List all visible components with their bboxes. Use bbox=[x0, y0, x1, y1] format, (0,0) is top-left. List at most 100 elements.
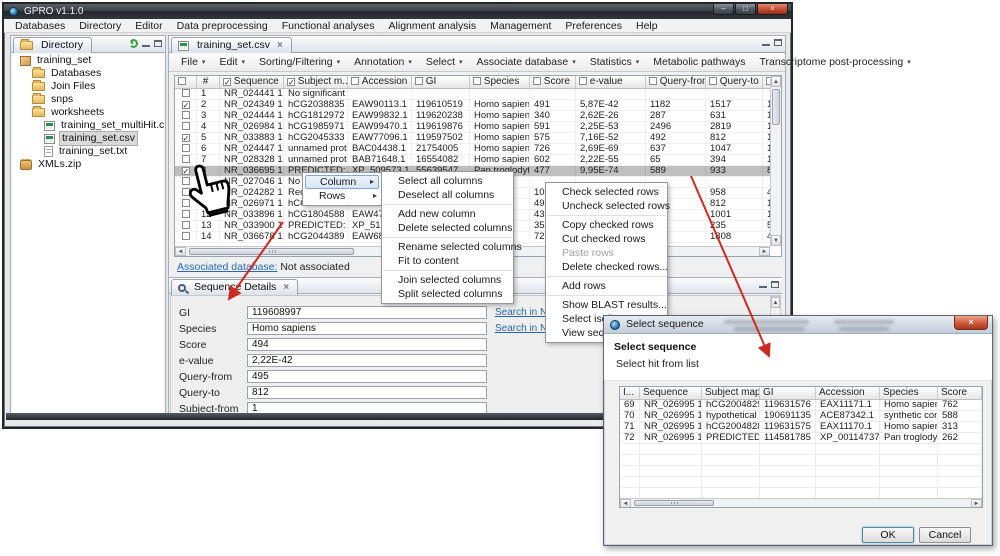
menu-item-show-blast-results[interactable]: Show BLAST results... bbox=[546, 298, 667, 312]
menu-item-delete-selected-columns[interactable]: Delete selected columns bbox=[382, 221, 513, 235]
toolbar-button-statistics[interactable]: Statistics▾ bbox=[586, 53, 644, 72]
dialog-column-header-score[interactable]: Score bbox=[938, 387, 982, 400]
checkbox-unchecked[interactable] bbox=[182, 122, 190, 130]
table-row[interactable]: 4NR_026984 1hCG1985971EAW99470.111961987… bbox=[175, 122, 781, 133]
checkbox-checked[interactable]: ✓ bbox=[182, 167, 190, 175]
dialog-table-row[interactable]: 69NR_026995 1hCG2004829119631576EAX11171… bbox=[620, 400, 982, 411]
vertical-scrollbar[interactable]: ▲ ▼ bbox=[770, 76, 781, 246]
checkbox-unchecked[interactable] bbox=[182, 111, 190, 119]
details-scroll-up-icon[interactable]: ▲ bbox=[771, 297, 780, 308]
column-header-query-from[interactable]: Query-from bbox=[646, 76, 706, 89]
menu-item-fit-to-content[interactable]: Fit to content bbox=[382, 254, 513, 268]
checkbox-unchecked[interactable] bbox=[182, 232, 190, 240]
tree-item-snps[interactable]: snps bbox=[12, 93, 164, 106]
menu-item-add-rows[interactable]: Add rows bbox=[546, 279, 667, 293]
column-header-e-value[interactable]: e-value bbox=[576, 76, 646, 89]
tree-item-training-set-csv[interactable]: training_set.csv bbox=[12, 132, 164, 145]
checkbox-unchecked[interactable] bbox=[182, 144, 190, 152]
menu-item-rows[interactable]: Rows▸ bbox=[303, 189, 381, 203]
menubar-item-functional-analyses[interactable]: Functional analyses bbox=[275, 19, 382, 33]
checkbox-unchecked[interactable] bbox=[533, 77, 541, 85]
menu-item-delete-checked-rows[interactable]: Delete checked rows... bbox=[546, 260, 667, 274]
column-header-sequence[interactable]: ✓ Sequence bbox=[220, 76, 284, 89]
menubar-item-help[interactable]: Help bbox=[629, 19, 665, 33]
scroll-up-icon[interactable]: ▲ bbox=[771, 76, 781, 87]
associated-database-link[interactable]: Associated database: bbox=[177, 261, 277, 273]
menubar-item-management[interactable]: Management bbox=[483, 19, 558, 33]
menu-item-split-selected-columns[interactable]: Split selected columns bbox=[382, 287, 513, 301]
dialog-table-row[interactable]: 72NR_026995 1PREDICTED: h...114581785XP_… bbox=[620, 433, 982, 444]
scroll-down-icon[interactable]: ▼ bbox=[771, 235, 781, 246]
gi-field[interactable]: 119608997 bbox=[247, 306, 487, 319]
dialog-scroll-thumb[interactable] bbox=[634, 500, 714, 506]
dialog-horizontal-scrollbar[interactable]: ◄ ► bbox=[620, 498, 982, 507]
menu-item-deselect-all-columns[interactable]: Deselect all columns bbox=[382, 188, 513, 202]
checkbox-checked[interactable]: ✓ bbox=[182, 101, 190, 109]
column-header-[interactable]: # bbox=[197, 76, 220, 89]
menu-item-select-all-columns[interactable]: Select all columns bbox=[382, 174, 513, 188]
editor-maximize-icon[interactable] bbox=[774, 39, 782, 46]
checkbox-unchecked[interactable] bbox=[182, 221, 190, 229]
dialog-table-row[interactable]: 71NR_026995 1hCG2004828119631575EAX11170… bbox=[620, 422, 982, 433]
checkbox-checked[interactable]: ✓ bbox=[223, 78, 231, 86]
minimize-button[interactable]: – bbox=[713, 4, 734, 15]
dialog-column-header-gi[interactable]: GI bbox=[760, 387, 816, 400]
column-header-score[interactable]: Score bbox=[530, 76, 576, 89]
menu-item-add-new-column[interactable]: Add new column bbox=[382, 207, 513, 221]
dialog-column-header-accession[interactable]: Accession bbox=[816, 387, 880, 400]
query-from-field[interactable]: 495 bbox=[247, 370, 487, 383]
dialog-scroll-right-icon[interactable]: ► bbox=[971, 499, 982, 508]
table-row[interactable]: 3NR_024444 1hCG1812972EAW99832.111962023… bbox=[175, 111, 781, 122]
scroll-left-icon[interactable]: ◄ bbox=[175, 247, 186, 256]
menu-item-cut-checked-rows[interactable]: Cut checked rows bbox=[546, 232, 667, 246]
vertical-scroll-thumb[interactable] bbox=[772, 89, 780, 125]
dialog-column-header-subject-mappi[interactable]: Subject mappi... bbox=[702, 387, 760, 400]
cancel-button[interactable]: Cancel bbox=[919, 527, 971, 543]
horizontal-scroll-thumb[interactable] bbox=[189, 248, 354, 255]
e-value-field[interactable]: 2,22E-42 bbox=[247, 354, 487, 367]
toolbar-button-sorting-filtering[interactable]: Sorting/Filtering▾ bbox=[255, 53, 344, 72]
column-header-accession[interactable]: Accession bbox=[348, 76, 412, 89]
menu-item-join-selected-columns[interactable]: Join selected columns bbox=[382, 273, 513, 287]
column-header-species[interactable]: Species bbox=[470, 76, 530, 89]
details-minimize-icon[interactable] bbox=[759, 281, 767, 288]
details-maximize-icon[interactable] bbox=[771, 281, 779, 288]
checkbox-checked[interactable]: ✓ bbox=[182, 134, 190, 142]
refresh-icon[interactable] bbox=[129, 39, 138, 48]
dialog-table-row[interactable]: 70NR_026995 1hypothetical p...190691135A… bbox=[620, 411, 982, 422]
menu-item-rename-selected-columns[interactable]: Rename selected columns bbox=[382, 240, 513, 254]
panel-minimize-icon[interactable] bbox=[142, 40, 150, 47]
dialog-scroll-left-icon[interactable]: ◄ bbox=[620, 499, 631, 508]
dialog-close-button[interactable]: × bbox=[954, 316, 988, 330]
tree-item-training-set[interactable]: training_set bbox=[12, 54, 164, 67]
menu-item-column[interactable]: Column▸ bbox=[305, 175, 379, 189]
checkbox-unchecked[interactable] bbox=[351, 77, 359, 85]
checkbox-unchecked[interactable] bbox=[415, 77, 423, 85]
toolbar-button-file[interactable]: File▾ bbox=[177, 53, 209, 72]
table-row[interactable]: 1NR_024441 1No significant ... bbox=[175, 89, 781, 100]
ok-button[interactable]: OK bbox=[862, 527, 914, 543]
query-to-field[interactable]: 812 bbox=[247, 386, 487, 399]
column-header-query-to[interactable]: Query-to bbox=[706, 76, 763, 89]
table-row[interactable]: 7NR_028328 1unnamed prot...BAB71648.1165… bbox=[175, 155, 781, 166]
dialog-column-header-i[interactable]: I... bbox=[620, 387, 640, 400]
species-field[interactable]: Homo sapiens bbox=[247, 322, 487, 335]
checkbox-unchecked[interactable] bbox=[579, 77, 587, 85]
checkbox-unchecked[interactable] bbox=[473, 77, 481, 85]
table-row[interactable]: ✓2NR_024349 1hCG2038835EAW90113.11196105… bbox=[175, 100, 781, 111]
tree-item-databases[interactable]: Databases bbox=[12, 67, 164, 80]
table-row[interactable]: ✓5NR_033883 1hCG2045333EAW77096.11195975… bbox=[175, 133, 781, 144]
checkbox-unchecked[interactable] bbox=[182, 89, 190, 97]
checkbox-checked[interactable]: ✓ bbox=[287, 78, 295, 86]
checkbox-unchecked[interactable] bbox=[178, 77, 186, 85]
menubar-item-directory[interactable]: Directory bbox=[72, 19, 128, 33]
toolbar-button-associate-database[interactable]: Associate database▾ bbox=[473, 53, 580, 72]
menubar-item-preferences[interactable]: Preferences bbox=[558, 19, 629, 33]
toolbar-button-annotation[interactable]: Annotation▾ bbox=[350, 53, 416, 72]
tab-directory[interactable]: Directory bbox=[13, 37, 92, 53]
tree-item-join-files[interactable]: Join Files bbox=[12, 80, 164, 93]
tree-item-worksheets[interactable]: worksheets bbox=[12, 106, 164, 119]
menubar-item-editor[interactable]: Editor bbox=[128, 19, 169, 33]
menubar-item-data-preprocessing[interactable]: Data preprocessing bbox=[170, 19, 275, 33]
checkbox-unchecked[interactable] bbox=[182, 210, 190, 218]
